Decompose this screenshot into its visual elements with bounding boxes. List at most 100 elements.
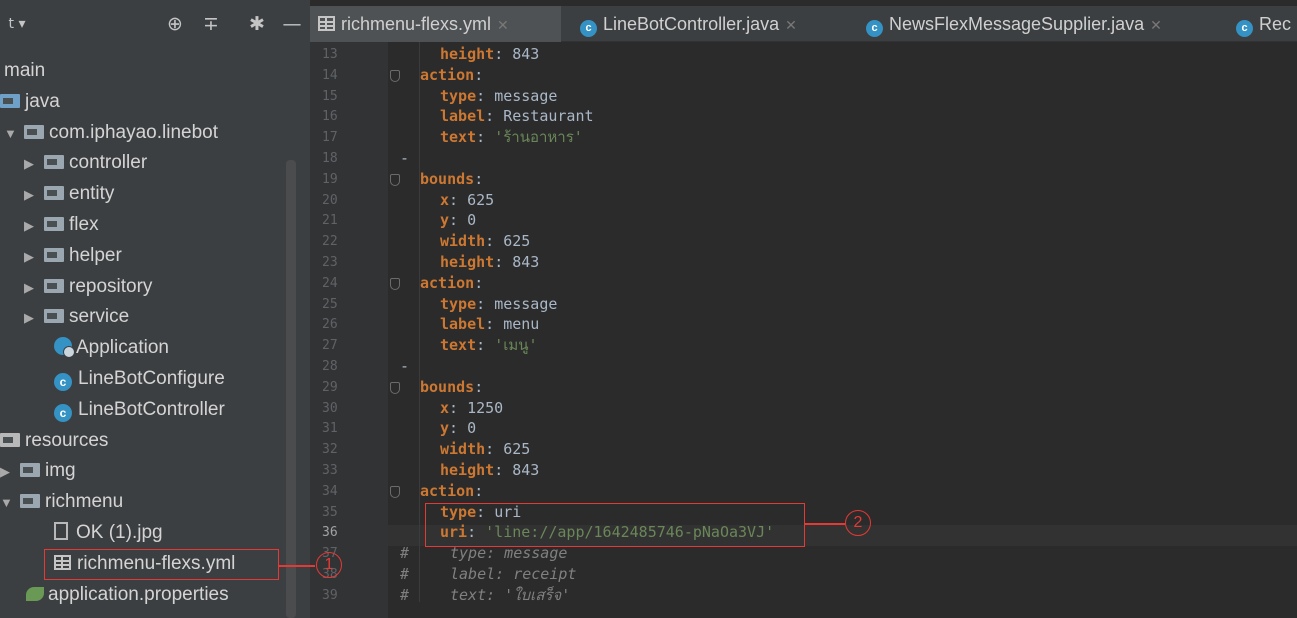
close-icon[interactable]: ✕ [497,17,509,33]
yaml-key: action [420,481,475,500]
locate-icon[interactable]: ⊕ [163,12,187,36]
tab-rec[interactable]: c Rec [1228,6,1297,42]
collapse-arrow-icon[interactable]: ▶ [24,180,44,210]
tree-item-richmenu[interactable]: ▼ richmenu [0,487,123,517]
close-icon[interactable]: ✕ [1150,17,1162,33]
fold-icon[interactable] [390,485,400,498]
tree-item-application[interactable]: Application [54,333,169,363]
table-icon [318,16,335,31]
tree-item-entity[interactable]: ▶ entity [24,179,114,209]
folder-icon [44,247,64,262]
tree-item-com-iphayao-linebot[interactable]: ▼ com.iphayao.linebot [4,118,218,148]
code-line: y: 0 [440,419,477,438]
tree-item-controller[interactable]: ▶ controller [24,148,147,178]
tree-item-resources[interactable]: resources [0,426,108,456]
code-line: bounds: [420,377,493,396]
tree-item-repository[interactable]: ▶ repository [24,272,152,302]
code-line: height: 843 [440,45,540,63]
tree-item-label: resources [25,429,109,451]
fold-icon[interactable] [390,381,400,394]
tree-item-java[interactable]: java [0,87,60,117]
yaml-value: 843 [512,461,540,479]
gear-icon[interactable]: ✱ [245,12,269,36]
folder-icon [44,309,64,324]
tree-item-linebotcontroller[interactable]: c LineBotController [54,395,225,425]
yaml-value: 0 [467,419,477,438]
fold-icon[interactable] [390,277,400,290]
code-line: label: Restaurant [440,107,594,126]
yaml-value: 625 [503,440,531,459]
tab-label: Rec [1259,14,1292,34]
collapse-arrow-icon[interactable]: ▶ [24,303,44,333]
yaml-key: y [440,419,450,438]
tree-item-application-properties[interactable]: application.properties [26,580,229,610]
yaml-key: height [440,253,495,271]
tab-label: NewsFlexMessageSupplier.java [889,14,1145,34]
tab-newsflexmessagesupplier-java[interactable]: c NewsFlexMessageSupplier.java ✕ [858,6,1224,42]
list-dash: - [400,357,410,375]
yaml-key: y [440,211,450,230]
yaml-value: menu [503,315,540,334]
yaml-value: 0 [467,211,477,230]
yaml-key: x [440,398,450,417]
tree-item-label: richmenu [45,491,124,513]
collapse-arrow-icon[interactable]: ▶ [24,242,44,272]
close-icon[interactable]: ✕ [785,17,797,33]
yaml-key: height [440,45,495,63]
yaml-key: bounds [420,169,475,188]
tree-item-linebotconfigure[interactable]: c LineBotConfigure [54,364,225,394]
expand-arrow-icon[interactable]: ▼ [4,119,24,149]
fold-icon[interactable] [390,173,400,186]
view-dropdown-icon[interactable]: t ▾ [0,12,34,36]
tree-item-helper[interactable]: ▶ helper [24,241,122,271]
tree-item-label: OK (1).jpg [76,522,163,543]
yaml-key: width [440,232,486,251]
fold-icon[interactable] [390,69,400,82]
yaml-value: 843 [512,45,540,63]
code-line: text: 'เมนู' [440,336,538,355]
project-panel-header: t ▾ ⊕ ∓ ✱ — [0,6,310,42]
yaml-string-value: 'เมนู' [494,336,538,355]
project-scrollbar[interactable] [286,160,296,618]
collapse-arrow-icon[interactable]: ▶ [24,211,44,241]
line-number: 19 [322,171,338,187]
yaml-value: message [494,86,558,105]
tab-linebotcontroller-java[interactable]: c LineBotController.java ✕ [572,6,850,42]
code-line: text: 'ร้านอาหาร' [440,128,583,147]
yaml-value: 843 [512,253,540,271]
tree-item-main[interactable]: main [4,56,45,86]
comment-marker: # [400,544,410,563]
line-number: 17 [322,130,338,146]
folder-icon [24,124,44,139]
line-number: 22 [322,234,338,250]
tree-item-img[interactable]: ▶ img [0,456,76,486]
tree-item-service[interactable]: ▶ service [24,302,129,332]
line-number: 13 [322,47,338,62]
tab-label: LineBotController.java [603,14,780,34]
collapse-arrow-icon[interactable]: ▶ [0,457,20,487]
tab-richmenu-flexs-yml[interactable]: richmenu-flexs.yml ✕ [310,6,561,42]
tree-item-label: controller [69,152,148,174]
code-line: height: 843 [440,461,540,479]
tree-item-label: flex [69,214,99,235]
yaml-string-value: 'ร้านอาหาร' [494,128,583,147]
yaml-key: label [440,315,486,334]
yaml-value: Restaurant [503,107,594,126]
java-class-icon: c [54,403,72,422]
tree-item-label: java [25,90,60,112]
line-number: 35 [322,504,338,520]
line-number: 24 [322,275,338,291]
tree-item-flex[interactable]: ▶ flex [24,210,99,240]
code-line: width: 625 [440,440,531,459]
expand-arrow-icon[interactable]: ▼ [0,488,20,518]
yaml-key: action [420,273,475,292]
collapse-all-icon[interactable]: ∓ [199,12,223,36]
code-line: action: [420,65,493,84]
line-number: 31 [322,421,338,437]
tree-item-ok-1-jpg[interactable]: OK (1).jpg [54,518,163,548]
yaml-key: type [440,86,477,105]
collapse-arrow-icon[interactable]: ▶ [24,149,44,179]
hide-panel-icon[interactable]: — [280,12,304,36]
collapse-arrow-icon[interactable]: ▶ [24,273,44,303]
line-number: 18 [322,151,338,166]
